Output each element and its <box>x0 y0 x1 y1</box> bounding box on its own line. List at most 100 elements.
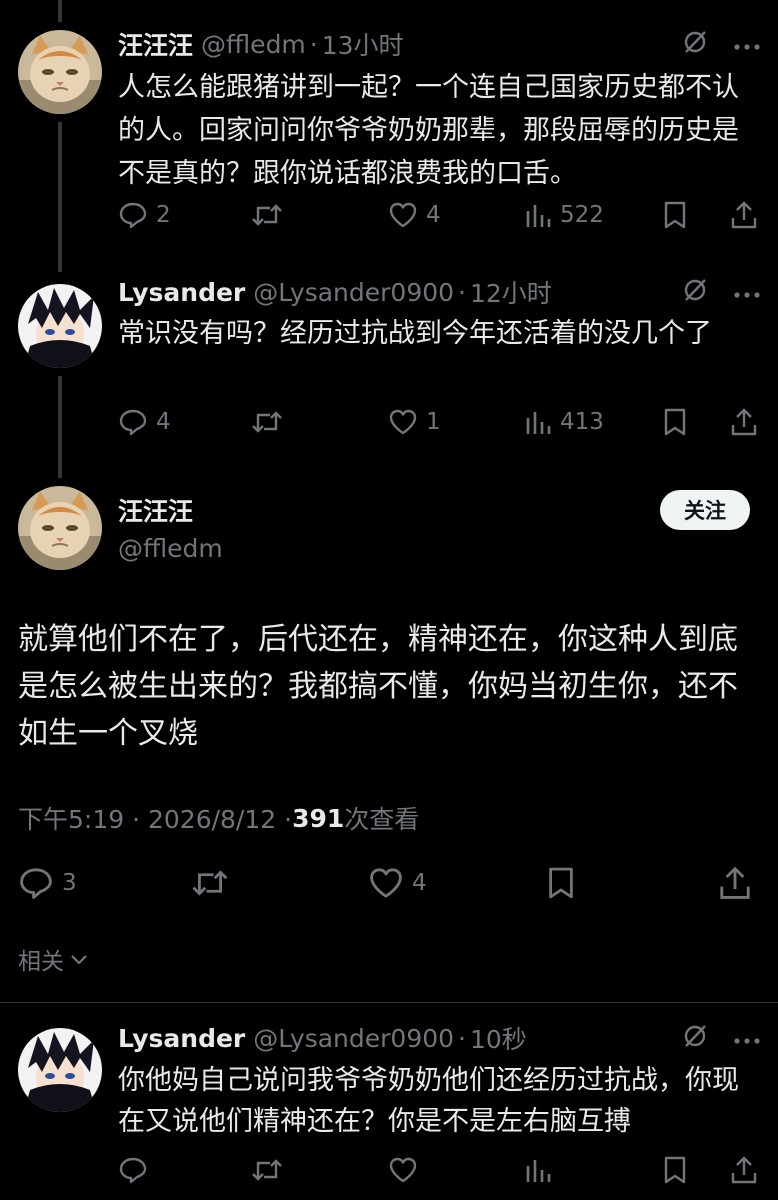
avatar-cat[interactable] <box>18 30 102 114</box>
reply-button[interactable]: 4 <box>118 404 171 440</box>
username[interactable]: @Lysander0900 <box>253 278 454 307</box>
username[interactable]: @ffledm <box>118 534 223 563</box>
tweet-time[interactable]: 12小时 <box>470 274 552 310</box>
views-button[interactable] <box>524 1152 552 1188</box>
reply-count: 2 <box>156 202 171 228</box>
like-icon <box>388 201 418 229</box>
bookmark-button[interactable] <box>546 864 576 902</box>
like-count: 4 <box>412 870 427 896</box>
like-button[interactable]: 1 <box>388 404 441 440</box>
views-icon <box>524 408 552 436</box>
view-label: 次查看 <box>344 805 420 834</box>
tweet-text: 人怎么能跟猪讲到一起？一个连自己国家历史都不认的人。回家问问你爷爷奶奶那辈，那段… <box>118 72 739 189</box>
retweet-icon <box>250 1155 284 1185</box>
more-icon[interactable] <box>734 283 760 302</box>
views-button[interactable]: 413 <box>524 404 604 440</box>
views-button[interactable]: 522 <box>524 197 604 233</box>
share-icon <box>730 407 758 437</box>
share-button[interactable] <box>718 864 752 902</box>
bookmark-button[interactable] <box>662 404 688 440</box>
main-tweet-text: 就算他们不在了，后代还在，精神还在，你这种人到底是怎么被生出来的？我都搞不懂，你… <box>18 622 738 751</box>
tweet-actions <box>118 1152 762 1188</box>
grok-icon[interactable] <box>682 277 708 307</box>
tweet-header: Lysander @Lysander0900 · 10秒 <box>118 1020 527 1056</box>
views-count: 522 <box>560 202 604 228</box>
reply-count: 4 <box>156 409 171 435</box>
display-name[interactable]: 汪汪汪 <box>118 492 193 528</box>
bookmark-icon <box>662 1155 688 1185</box>
like-count: 1 <box>426 409 441 435</box>
related-dropdown[interactable]: 相关 <box>18 942 88 976</box>
reply-button[interactable]: 2 <box>118 197 171 233</box>
retweet-button[interactable] <box>190 864 230 902</box>
reply-icon <box>118 1155 148 1185</box>
retweet-icon <box>250 200 284 230</box>
separator-dot: · <box>458 277 466 307</box>
like-button[interactable] <box>388 1152 418 1188</box>
tweet-header: Lysander @Lysander0900 · 12小时 <box>118 274 552 310</box>
bookmark-button[interactable] <box>662 1152 688 1188</box>
reply-count: 3 <box>62 870 77 896</box>
section-divider <box>0 1002 778 1003</box>
username[interactable]: @ffledm <box>201 30 306 59</box>
like-icon <box>388 408 418 436</box>
like-icon <box>388 1156 418 1184</box>
thread-line <box>58 376 62 478</box>
thread-line <box>58 122 62 272</box>
chevron-down-icon <box>70 946 88 972</box>
separator-dot: · <box>458 1023 466 1053</box>
view-count: 391 <box>292 803 345 833</box>
main-tweet-actions: 3 4 <box>18 864 760 902</box>
display-name[interactable]: Lysander <box>118 278 245 307</box>
display-name[interactable]: 汪汪汪 <box>118 26 193 62</box>
related-label: 相关 <box>18 949 64 975</box>
retweet-button[interactable] <box>250 404 292 440</box>
more-icon[interactable] <box>734 35 760 54</box>
avatar-anime[interactable] <box>18 1028 102 1112</box>
tweet-time[interactable]: 10秒 <box>470 1020 527 1056</box>
share-icon <box>730 1155 758 1185</box>
follow-button[interactable]: 关注 <box>660 490 750 530</box>
tweet-text: 常识没有吗？经历过抗战到今年还活着的没几个了 <box>118 318 712 349</box>
retweet-icon <box>250 407 284 437</box>
retweet-button[interactable] <box>250 1152 284 1188</box>
bookmark-icon <box>662 407 688 437</box>
like-count: 4 <box>426 202 441 228</box>
tweet-time[interactable]: 13小时 <box>322 26 404 62</box>
thread-line <box>58 0 62 22</box>
main-tweet-name-row: 汪汪汪 <box>118 492 193 528</box>
reply-button[interactable]: 3 <box>18 864 77 902</box>
retweet-icon <box>190 865 230 901</box>
grok-icon[interactable] <box>682 29 708 59</box>
share-icon <box>718 865 752 901</box>
tweet-text: 你他妈自己说问我爷爷奶奶他们还经历过抗战，你现在又说他们精神还在？你是不是左右脑… <box>118 1065 739 1137</box>
share-button[interactable] <box>730 404 758 440</box>
grok-icon[interactable] <box>682 1023 708 1053</box>
tweet-timestamp-row: 下午5:19 · 2026/8/12 · 391 次查看 <box>18 800 419 836</box>
tweet-header: 汪汪汪 @ffledm · 13小时 <box>118 26 404 62</box>
share-icon <box>730 200 758 230</box>
reply-icon <box>118 407 148 437</box>
retweet-button[interactable] <box>250 197 292 233</box>
views-icon <box>524 201 552 229</box>
username[interactable]: @Lysander0900 <box>253 1024 454 1053</box>
share-button[interactable] <box>730 1152 758 1188</box>
views-icon <box>524 1156 552 1184</box>
reply-icon <box>18 865 54 901</box>
reply-icon <box>118 200 148 230</box>
views-count: 413 <box>560 409 604 435</box>
like-button[interactable]: 4 <box>368 864 427 902</box>
main-tweet-handle-row: @ffledm <box>118 530 223 566</box>
bookmark-icon <box>546 865 576 901</box>
bookmark-icon <box>662 200 688 230</box>
share-button[interactable] <box>730 197 758 233</box>
display-name[interactable]: Lysander <box>118 1024 245 1053</box>
bookmark-button[interactable] <box>662 197 688 233</box>
like-button[interactable]: 4 <box>388 197 441 233</box>
avatar-cat[interactable] <box>18 486 102 570</box>
tweet-timestamp[interactable]: 下午5:19 · 2026/8/12 · <box>18 800 292 836</box>
more-icon[interactable] <box>734 1029 760 1048</box>
avatar-anime[interactable] <box>18 284 102 368</box>
reply-button[interactable] <box>118 1152 148 1188</box>
tweet-actions: 4 1 413 <box>118 404 762 440</box>
